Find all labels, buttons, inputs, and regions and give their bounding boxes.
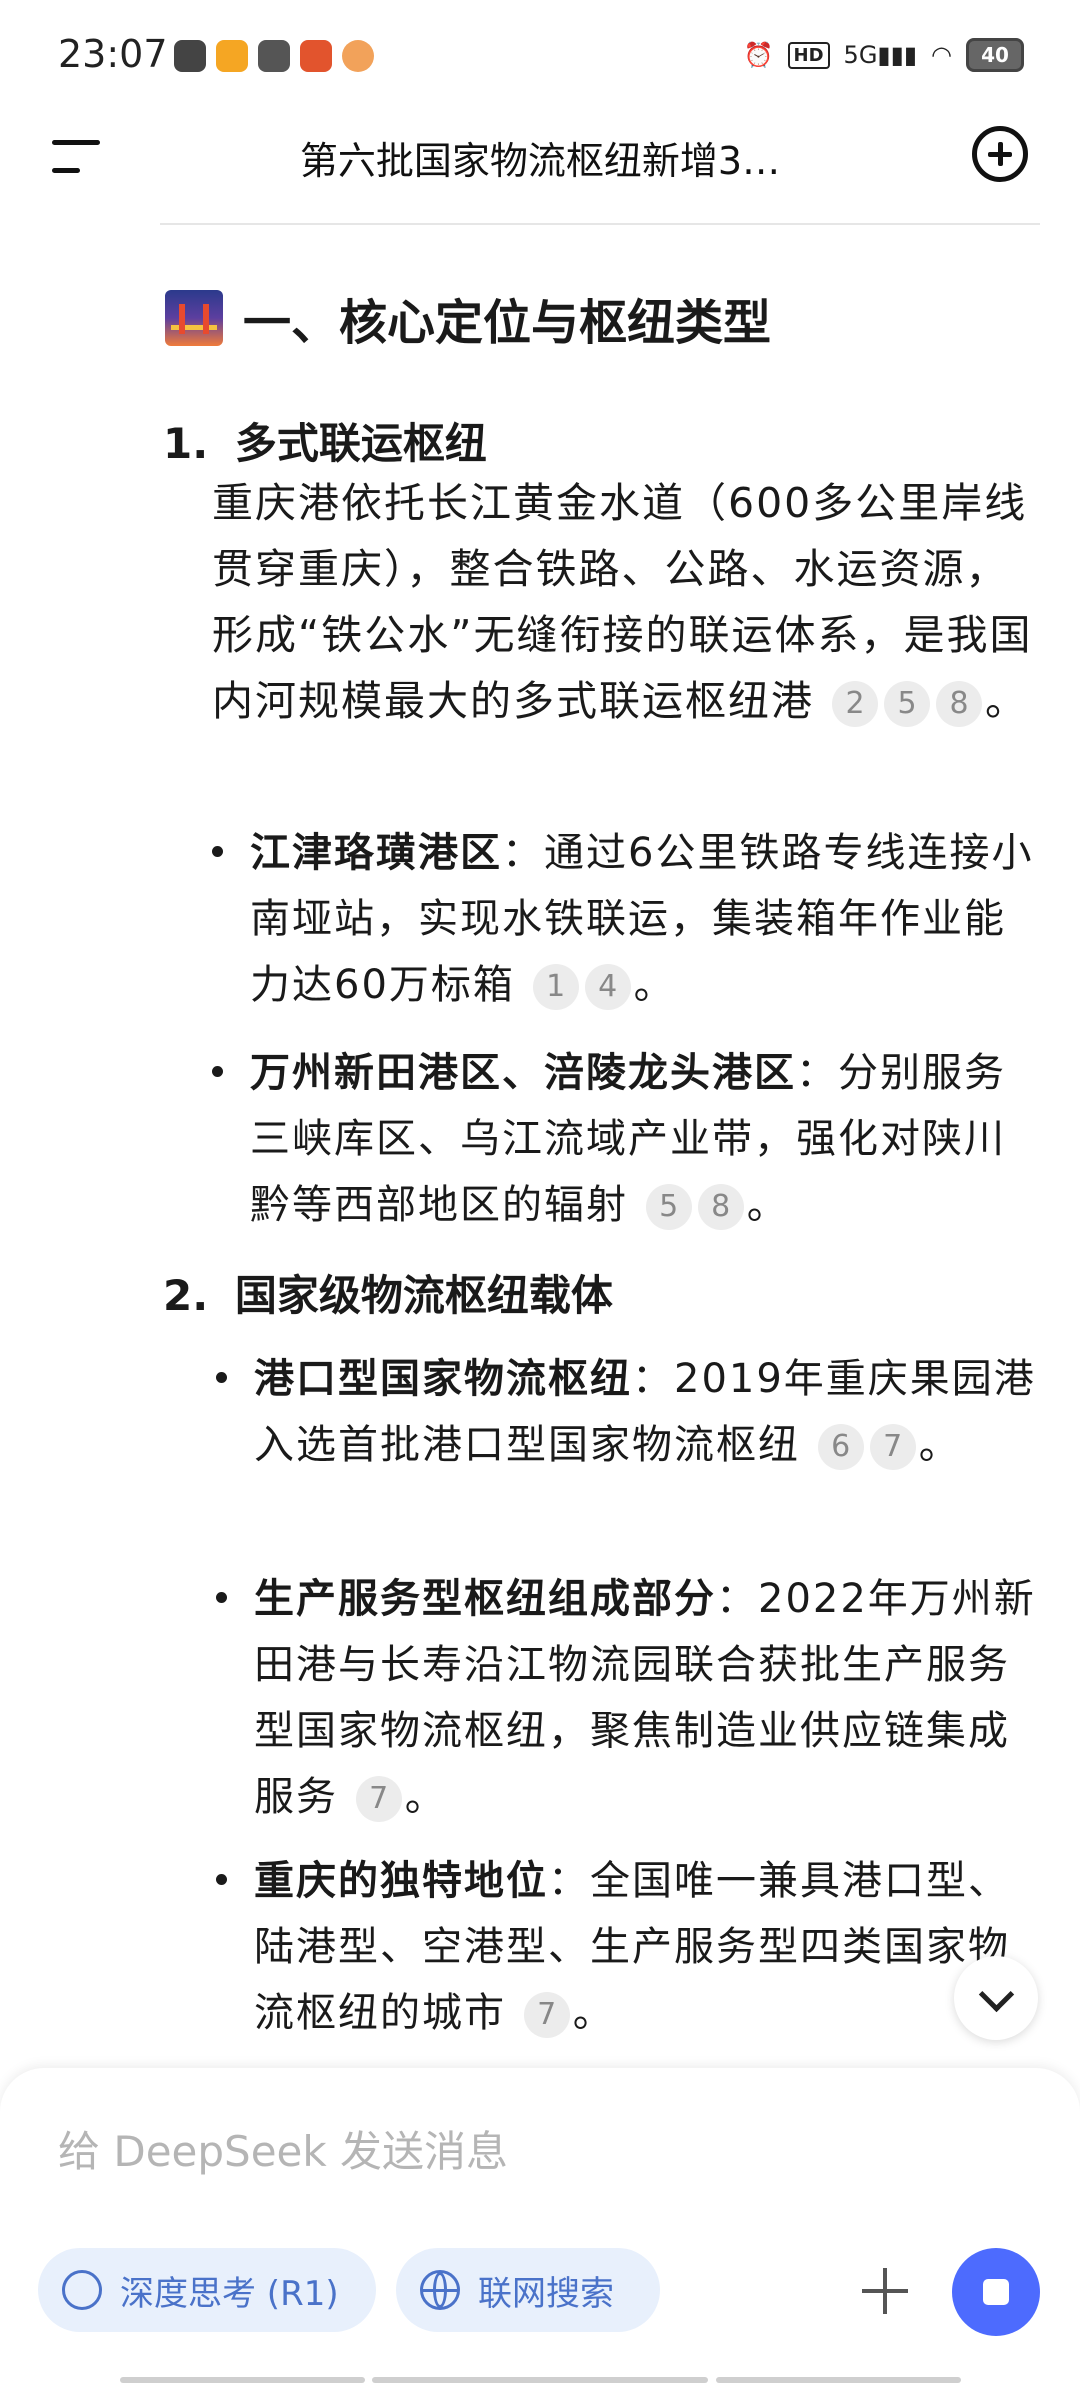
system-icons: ⏰ HD 5G▮▮▮ ◠ 40 (744, 38, 1024, 72)
new-chat-icon[interactable] (972, 126, 1028, 182)
message-input[interactable]: 给 DeepSeek 发送消息 (58, 2118, 508, 2179)
deep-think-toggle[interactable]: 深度思考 (R1) (38, 2248, 376, 2332)
hd-icon: HD (787, 41, 830, 69)
period-text: 。 (404, 1774, 447, 1820)
bullet-item: 重庆的独特地位：全国唯一兼具港口型、陆港型、空港型、生产服务型四类国家物流枢纽的… (216, 1848, 1040, 2046)
network-type: 5G (843, 41, 878, 69)
period-text: 。 (985, 677, 1029, 725)
bullet-item: 生产服务型枢纽组成部分：2022年万州新田港与长寿沿江物流园联合获批生产服务型国… (216, 1566, 1040, 1830)
list-item-1: 1. 多式联运枢纽 (163, 410, 487, 471)
bullet-label: 港口型国家物流枢纽 (254, 1356, 632, 1402)
chevron-down-icon (978, 1976, 1015, 2013)
citation-badge[interactable]: 8 (697, 1184, 744, 1230)
period-text: 。 (633, 962, 676, 1008)
bullet-dot (216, 1874, 227, 1885)
list-item-title: 多式联运枢纽 (234, 419, 487, 468)
citation-badge[interactable]: 7 (869, 1424, 916, 1470)
notification-icons (174, 40, 374, 72)
chat-header: 第六批国家物流枢纽新增3… (0, 110, 1080, 220)
video-app-icon (216, 40, 248, 72)
wifi-icon: ◠ (931, 41, 952, 69)
menu-icon[interactable] (52, 136, 104, 176)
atom-icon (62, 2270, 102, 2310)
period-text: 。 (746, 1182, 789, 1228)
web-search-toggle[interactable]: 联网搜索 (396, 2248, 660, 2332)
status-bar: 23:07 ⏰ HD 5G▮▮▮ ◠ 40 (0, 0, 1080, 110)
nav-gesture-bar (120, 2377, 365, 2383)
bullet-dot (216, 1372, 227, 1383)
citation-badge[interactable]: 8 (936, 681, 983, 727)
shop-app-icon (300, 40, 332, 72)
stop-icon (983, 2279, 1009, 2305)
period-text: 。 (918, 1422, 961, 1468)
scroll-to-bottom-button[interactable] (954, 1956, 1038, 2040)
signal-icon: 5G▮▮▮ (843, 41, 918, 69)
list-item-2: 2. 国家级物流枢纽载体 (163, 1262, 613, 1323)
app-notification-icon (174, 40, 206, 72)
bullet-label: 万州新田港区、涪陵龙头港区 (250, 1050, 796, 1096)
nav-gesture-bar (716, 2377, 961, 2383)
list-item-description: 重庆港依托长江黄金水道（600多公里岸线贯穿重庆），整合铁路、公路、水运资源，形… (212, 470, 1042, 734)
bullet-item: 港口型国家物流枢纽：2019年重庆果园港入选首批港口型国家物流枢纽 6 7。 (216, 1346, 1040, 1478)
attach-plus-icon[interactable] (862, 2268, 908, 2314)
list-item-title: 国家级物流枢纽载体 (234, 1271, 613, 1320)
citation-badge[interactable]: 6 (817, 1424, 864, 1470)
globe-icon (420, 2270, 460, 2310)
tv-app-icon (258, 40, 290, 72)
bullet-label: 重庆的独特地位 (254, 1858, 548, 1904)
bullet-dot (216, 1592, 227, 1603)
battery-icon: 40 (966, 38, 1024, 72)
header-divider (160, 223, 1040, 225)
message-composer: 给 DeepSeek 发送消息 深度思考 (R1) 联网搜索 (0, 2068, 1080, 2388)
status-time: 23:07 (58, 32, 168, 76)
bridge-at-night-icon (165, 290, 223, 346)
bullet-dot (212, 846, 223, 857)
alarm-icon: ⏰ (743, 41, 774, 69)
section-heading-text: 一、核心定位与枢纽类型 (243, 295, 772, 351)
citation-badge[interactable]: 4 (584, 964, 631, 1010)
deep-think-label: 深度思考 (R1) (120, 2273, 339, 2314)
chat-title[interactable]: 第六批国家物流枢纽新增3… (180, 130, 900, 185)
citation-badge[interactable]: 7 (355, 1776, 402, 1822)
bullet-label: 江津珞璜港区 (250, 830, 502, 876)
web-search-label: 联网搜索 (478, 2273, 614, 2314)
bullet-dot (212, 1066, 223, 1077)
list-number: 1. (163, 419, 209, 468)
nav-gesture-bar (372, 2377, 708, 2383)
bullet-label: 生产服务型枢纽组成部分 (254, 1576, 716, 1622)
period-text: 。 (572, 1990, 615, 2036)
rocket-app-icon (342, 40, 374, 72)
list-number: 2. (163, 1271, 209, 1320)
citation-badge[interactable]: 2 (832, 681, 879, 727)
bullet-item: 江津珞璜港区：通过6公里铁路专线连接小南垭站，实现水铁联运，集装箱年作业能力达6… (212, 820, 1040, 1018)
section-heading: 一、核心定位与枢纽类型 (165, 283, 771, 353)
citation-badge[interactable]: 5 (645, 1184, 692, 1230)
bullet-item: 万州新田港区、涪陵龙头港区：分别服务三峡库区、乌江流域产业带，强化对陕川黔等西部… (212, 1040, 1040, 1238)
citation-badge[interactable]: 7 (523, 1992, 570, 2038)
citation-badge[interactable]: 1 (532, 964, 579, 1010)
citation-badge[interactable]: 5 (884, 681, 931, 727)
stop-generation-button[interactable] (952, 2248, 1040, 2336)
